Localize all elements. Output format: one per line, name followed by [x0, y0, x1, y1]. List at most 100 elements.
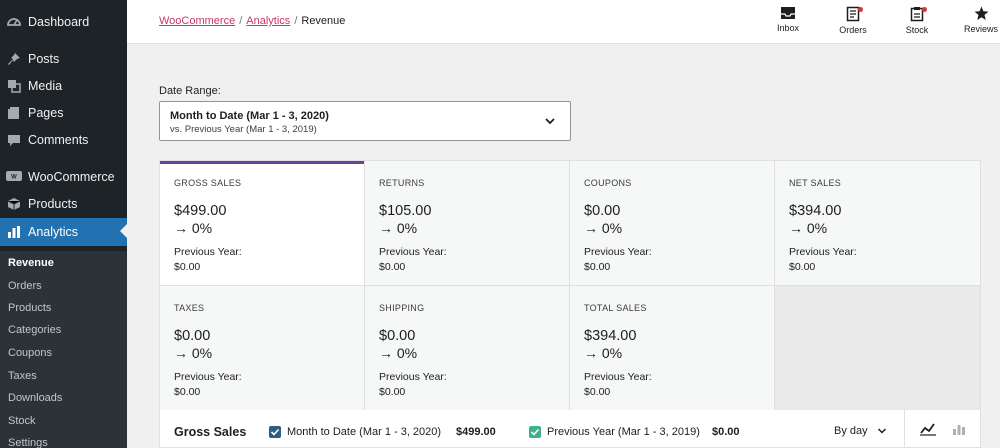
stock-button[interactable]: Stock	[892, 6, 942, 40]
summary-tile-coupons[interactable]: COUPONS $0.00 → 0% Previous Year: $0.00	[570, 161, 775, 286]
tile-value: $394.00	[789, 203, 842, 219]
summary-tile-gross-sales[interactable]: GROSS SALES $499.00 → 0% Previous Year: …	[160, 161, 365, 286]
breadcrumb-current: Revenue	[301, 15, 346, 27]
submenu-item-settings[interactable]: Settings	[8, 437, 48, 448]
orders-button[interactable]: Orders	[828, 6, 878, 40]
line-chart-icon[interactable]	[920, 422, 936, 436]
submenu-item-products[interactable]: Products	[8, 302, 51, 314]
tile-delta: → 0%	[174, 220, 213, 236]
date-range-primary: Month to Date (Mar 1 - 3, 2020)	[170, 110, 329, 122]
breadcrumb: WooCommerce / Analytics / Revenue	[159, 15, 345, 27]
woocommerce-icon: W	[6, 169, 22, 185]
sidebar-item-posts[interactable]: Posts	[0, 46, 127, 72]
submenu-item-revenue[interactable]: Revenue	[8, 257, 54, 269]
summary-tile-returns[interactable]: RETURNS $105.00 → 0% Previous Year: $0.0…	[365, 161, 570, 286]
tile-value: $0.00	[379, 328, 416, 344]
sidebar-item-woocommerce[interactable]: W WooCommerce	[0, 164, 127, 190]
legend-checkbox-previous[interactable]	[529, 426, 541, 438]
tile-prev-value: $0.00	[174, 261, 201, 273]
submenu-item-categories[interactable]: Categories	[8, 324, 61, 336]
summary-tile-shipping[interactable]: SHIPPING $0.00 → 0% Previous Year: $0.00	[365, 286, 570, 411]
submenu-item-downloads[interactable]: Downloads	[8, 392, 62, 404]
tile-label: TAXES	[174, 303, 205, 313]
dashboard-icon	[6, 14, 22, 30]
analytics-submenu: Revenue Orders Products Categories Coupo…	[0, 251, 127, 448]
tile-prev-value: $0.00	[789, 261, 816, 273]
breadcrumb-link-analytics[interactable]: Analytics	[246, 15, 290, 27]
tile-delta: → 0%	[584, 345, 623, 361]
reviews-button[interactable]: Reviews	[956, 6, 1000, 40]
tile-prev-value: $0.00	[584, 261, 611, 273]
tile-delta: → 0%	[584, 220, 623, 236]
media-icon	[6, 78, 22, 94]
chevron-down-icon	[877, 428, 886, 434]
summary-tile-taxes[interactable]: TAXES $0.00 → 0% Previous Year: $0.00	[160, 286, 365, 411]
tile-value: $0.00	[174, 328, 211, 344]
interval-select[interactable]: By day	[834, 425, 887, 437]
tile-label: NET SALES	[789, 178, 842, 188]
tile-delta: → 0%	[789, 220, 828, 236]
sidebar-item-media[interactable]: Media	[0, 73, 127, 99]
tile-prev-label: Previous Year:	[584, 246, 652, 258]
tile-value: $394.00	[584, 328, 637, 344]
sidebar-item-products[interactable]: Products	[0, 191, 127, 217]
stock-badge	[922, 7, 927, 12]
tile-label: RETURNS	[379, 178, 425, 188]
sidebar-item-dashboard[interactable]: Dashboard	[0, 9, 127, 35]
submenu-item-orders[interactable]: Orders	[8, 280, 42, 292]
comment-icon	[6, 132, 22, 148]
breadcrumb-separator: /	[239, 15, 243, 27]
orders-label: Orders	[839, 25, 867, 35]
chart-header-divider	[904, 410, 905, 448]
tile-value: $499.00	[174, 203, 227, 219]
sidebar-item-label: Dashboard	[28, 15, 90, 29]
date-range-picker[interactable]: Month to Date (Mar 1 - 3, 2020) vs. Prev…	[159, 101, 571, 141]
reviews-label: Reviews	[963, 24, 998, 34]
tile-prev-value: $0.00	[174, 386, 201, 398]
tile-label: SHIPPING	[379, 303, 425, 313]
tile-delta: → 0%	[379, 345, 418, 361]
summary-tile-net-sales[interactable]: NET SALES $394.00 → 0% Previous Year: $0…	[775, 161, 980, 286]
sidebar-separator	[0, 157, 127, 158]
breadcrumb-link-woocommerce[interactable]: WooCommerce	[159, 15, 235, 27]
legend-checkbox-current[interactable]	[269, 426, 281, 438]
sidebar-item-comments[interactable]: Comments	[0, 127, 127, 153]
tile-prev-label: Previous Year:	[789, 246, 857, 258]
chart-title: Gross Sales	[174, 425, 247, 439]
tile-label: TOTAL SALES	[584, 303, 647, 313]
sidebar-item-label: WooCommerce	[28, 170, 115, 184]
star-icon	[974, 6, 988, 20]
sidebar-item-label: Analytics	[28, 225, 79, 239]
box-icon	[6, 196, 22, 212]
orders-badge	[858, 7, 863, 12]
bar-chart-icon	[6, 224, 22, 240]
sidebar-item-analytics[interactable]: Analytics	[0, 218, 127, 246]
submenu-item-coupons[interactable]: Coupons	[8, 347, 52, 359]
tile-prev-label: Previous Year:	[174, 246, 242, 258]
tile-value: $105.00	[379, 203, 432, 219]
page-header: WooCommerce / Analytics / Revenue Inbox Orde…	[127, 0, 1000, 44]
checkmark-icon	[270, 428, 280, 436]
legend-value-previous: $0.00	[712, 426, 740, 438]
sidebar-item-pages[interactable]: Pages	[0, 100, 127, 126]
date-range-compare: vs. Previous Year (Mar 1 - 3, 2019)	[170, 124, 317, 135]
sidebar-item-label: Media	[28, 79, 63, 93]
summary-tile-total-sales[interactable]: TOTAL SALES $394.00 → 0% Previous Year: …	[570, 286, 775, 411]
tile-prev-label: Previous Year:	[379, 371, 447, 383]
submenu-item-taxes[interactable]: Taxes	[8, 370, 37, 382]
bar-chart-icon[interactable]	[952, 422, 966, 436]
tile-label: COUPONS	[584, 178, 632, 188]
tile-prev-value: $0.00	[379, 386, 406, 398]
tile-prev-value: $0.00	[379, 261, 406, 273]
pages-icon	[6, 105, 22, 121]
sidebar-item-label: Posts	[28, 52, 60, 66]
inbox-icon	[781, 7, 795, 19]
tile-value: $0.00	[584, 203, 621, 219]
admin-sidebar: Dashboard Posts Media Pages Comments W W…	[0, 0, 127, 448]
interval-label: By day	[834, 425, 868, 437]
submenu-item-stock[interactable]: Stock	[8, 415, 36, 427]
pin-icon	[6, 51, 22, 67]
tile-prev-label: Previous Year:	[174, 371, 242, 383]
inbox-button[interactable]: Inbox	[763, 6, 813, 40]
sidebar-separator	[0, 40, 127, 41]
